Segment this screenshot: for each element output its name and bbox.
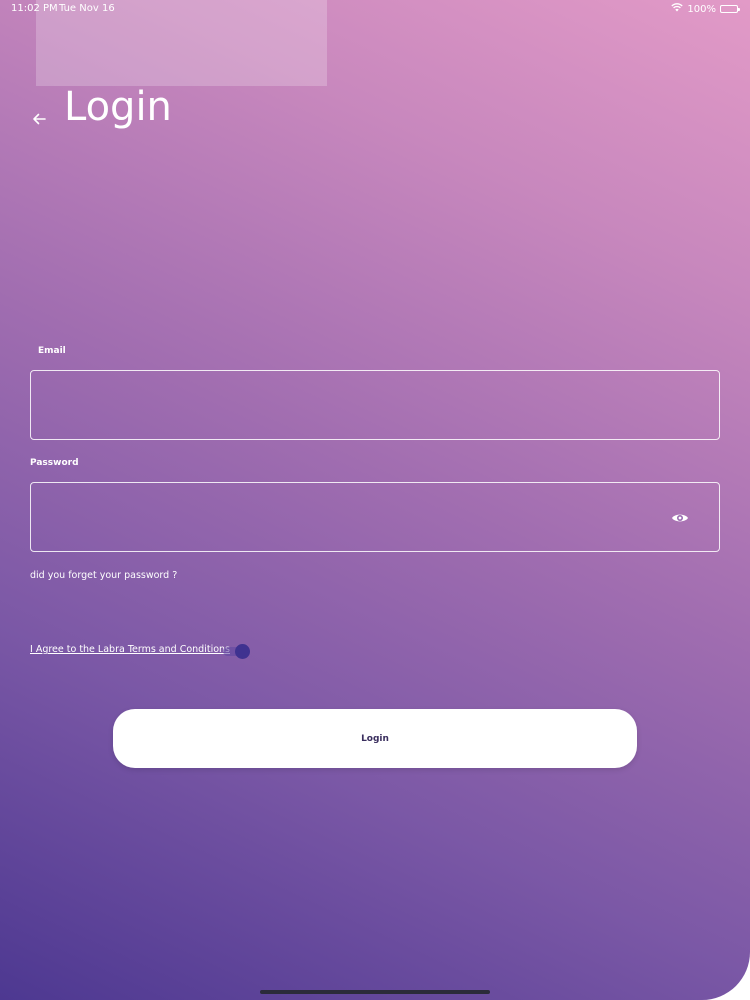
back-button[interactable] — [30, 109, 50, 129]
home-indicator — [260, 990, 490, 994]
password-label: Password — [30, 458, 79, 468]
translucent-overlay — [36, 0, 327, 86]
login-button[interactable]: Login — [113, 709, 637, 768]
password-field[interactable] — [31, 483, 719, 551]
battery-icon — [720, 5, 740, 13]
password-field-box — [30, 482, 720, 552]
battery-percent: 100% — [687, 3, 716, 15]
status-indicators: 100% — [671, 3, 740, 15]
terms-toggle[interactable] — [223, 643, 251, 659]
toggle-knob — [235, 644, 250, 659]
email-field[interactable] — [31, 371, 719, 439]
terms-link[interactable]: I Agree to the Labra Terms and Condition… — [30, 644, 230, 655]
email-field-box — [30, 370, 720, 440]
page-title: Login — [64, 84, 172, 130]
arrow-left-icon — [33, 113, 46, 125]
login-screen: 11:02 PM Tue Nov 16 100% Login Email Pas… — [0, 0, 750, 1000]
eye-icon[interactable] — [671, 509, 689, 527]
wifi-icon — [671, 3, 684, 15]
forgot-password-link[interactable]: did you forget your password ? — [30, 570, 177, 581]
email-label: Email — [38, 346, 66, 356]
